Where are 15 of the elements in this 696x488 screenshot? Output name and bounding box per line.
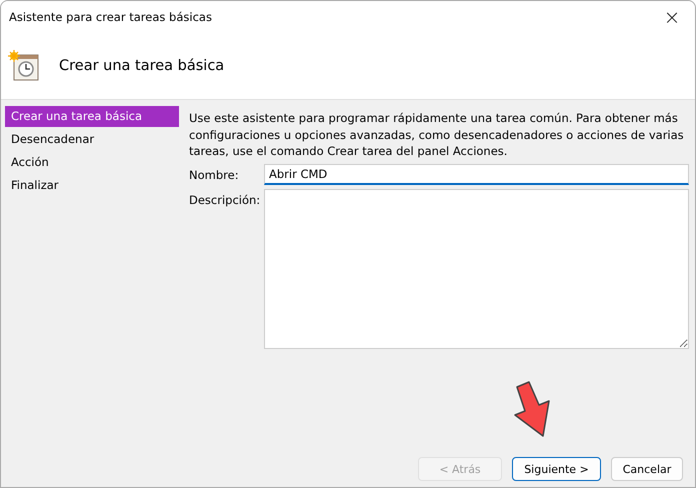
- calendar-clock-icon: [7, 50, 41, 82]
- wizard-heading: Crear una tarea básica: [59, 58, 224, 74]
- wizard-button[interactable]: Cancelar: [611, 457, 683, 481]
- step-item[interactable]: Finalizar: [5, 175, 179, 196]
- step-item[interactable]: Crear una tarea básica: [5, 106, 179, 127]
- window-title: Asistente para crear tareas básicas: [9, 10, 212, 24]
- step-item[interactable]: Acción: [5, 152, 179, 173]
- name-field[interactable]: Abrir CMD: [264, 164, 689, 184]
- step-item[interactable]: Desencadenar: [5, 129, 179, 150]
- intro-text: Use este asistente para programar rápidamente una tarea común. Para obtener más configuraciones u opciones avanzadas, como desencadenadores o acciones de varias tareas, use el comando Crear tarea del panel Acciones.: [189, 110, 685, 160]
- close-button[interactable]: ×: [649, 1, 695, 33]
- description-field[interactable]: [264, 188, 689, 348]
- field-label: Nombre:: [189, 166, 240, 184]
- field-label: Descripción:: [189, 192, 262, 208]
- wizard-button[interactable]: Siguiente >: [512, 457, 601, 481]
